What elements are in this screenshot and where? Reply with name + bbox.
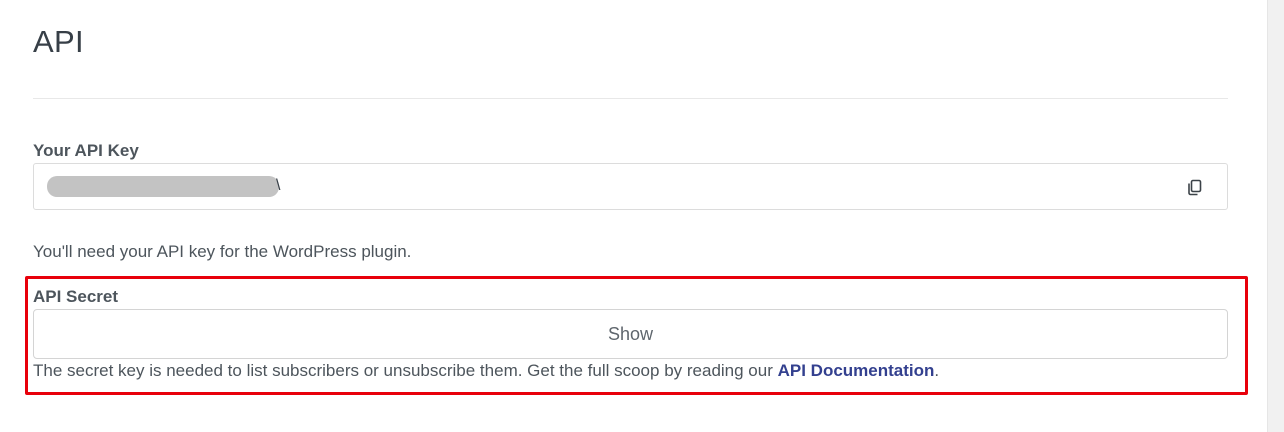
- api-secret-help-suffix: .: [934, 361, 940, 380]
- divider: [33, 98, 1228, 99]
- api-key-redaction: [47, 176, 279, 197]
- api-key-field[interactable]: \: [33, 163, 1228, 210]
- api-settings-page: API Your API Key \ You'll need your API …: [0, 0, 1284, 432]
- api-secret-label: API Secret: [33, 287, 119, 306]
- api-key-label: Your API Key: [33, 141, 139, 160]
- api-secret-help-prefix: The secret key is needed to list subscri…: [33, 361, 778, 380]
- scrollbar[interactable]: [1267, 0, 1284, 432]
- api-secret-help-text: The secret key is needed to list subscri…: [33, 361, 939, 381]
- show-secret-button[interactable]: Show: [33, 309, 1228, 359]
- page-title: API: [33, 24, 84, 59]
- api-key-value-fragment: \: [276, 177, 281, 194]
- api-documentation-link[interactable]: API Documentation: [778, 361, 935, 380]
- copy-icon[interactable]: [1185, 177, 1205, 197]
- api-key-help-text: You'll need your API key for the WordPre…: [33, 242, 412, 261]
